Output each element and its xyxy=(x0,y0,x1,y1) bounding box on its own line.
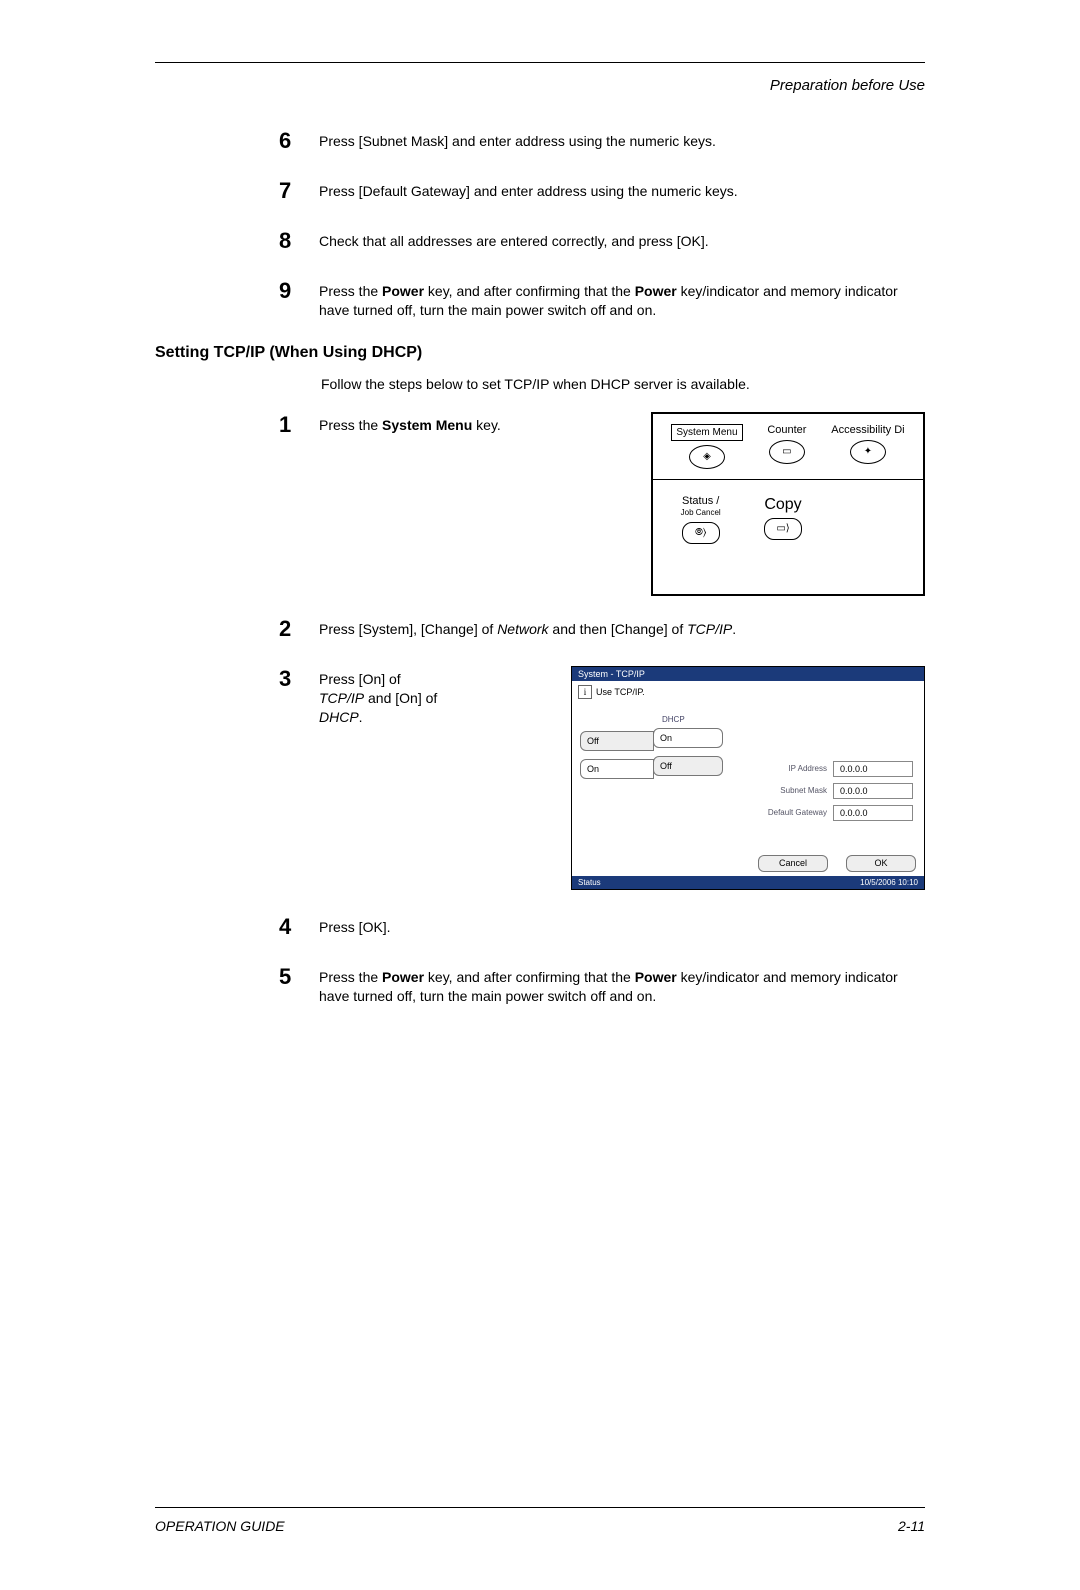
info-icon: i xyxy=(578,685,592,699)
step-7: 7 Press [Default Gateway] and enter addr… xyxy=(279,178,925,204)
cancel-button: Cancel xyxy=(758,855,828,872)
page-header-section: Preparation before Use xyxy=(155,77,925,94)
step-number: 7 xyxy=(279,178,319,204)
dhcp-step-5: 5 Press the Power key, and after confirm… xyxy=(279,964,925,1006)
dhcp-off-tab: Off xyxy=(653,756,723,776)
status-timestamp: 10/5/2006 10:10 xyxy=(860,878,918,887)
control-panel-figure: System Menu ◈ Counter ▭ Accessibility Di… xyxy=(651,412,925,596)
step-6: 6 Press [Subnet Mask] and enter address … xyxy=(279,128,925,154)
step-text: Press [Default Gateway] and enter addres… xyxy=(319,178,738,204)
dhcp-step-2: 2 Press [System], [Change] of Network an… xyxy=(279,616,925,642)
screen-title: System - TCP/IP xyxy=(572,667,924,681)
step-number: 9 xyxy=(279,278,319,320)
intro-text: Follow the steps below to set TCP/IP whe… xyxy=(321,376,925,392)
footer-right: 2-11 xyxy=(898,1518,925,1534)
step-text: Press [On] of TCP/IP and [On] of DHCP. xyxy=(319,666,439,727)
step-8: 8 Check that all addresses are entered c… xyxy=(279,228,925,254)
step-9: 9 Press the Power key, and after confirm… xyxy=(279,278,925,320)
step-number: 4 xyxy=(279,914,319,940)
tcpip-toggle-column: Off On xyxy=(580,731,654,841)
subnet-mask-field: Subnet Mask 0.0.0.0 xyxy=(763,783,913,799)
status-label: Status xyxy=(578,878,601,887)
screen-subtitle: i Use TCP/IP. xyxy=(572,681,924,703)
status-icon: ⦾⟩ xyxy=(682,522,720,544)
step-text: Press [OK]. xyxy=(319,914,391,940)
dhcp-step-1: 1 Press the System Menu key. xyxy=(279,412,519,438)
ok-button: OK xyxy=(846,855,916,872)
default-gateway-field: Default Gateway 0.0.0.0 xyxy=(763,805,913,821)
step-text: Press [Subnet Mask] and enter address us… xyxy=(319,128,716,154)
step-number: 6 xyxy=(279,128,319,154)
dhcp-toggle-column: DHCP On Off xyxy=(654,715,723,841)
accessibility-key: Accessibility Di ✦ xyxy=(831,424,904,469)
step-number: 8 xyxy=(279,228,319,254)
step-number: 2 xyxy=(279,616,319,642)
counter-icon: ▭ xyxy=(769,440,805,464)
step-text: Press [System], [Change] of Network and … xyxy=(319,616,736,642)
counter-key: Counter ▭ xyxy=(767,424,806,469)
step-text: Press the Power key, and after confirmin… xyxy=(319,278,925,320)
dhcp-step-4: 4 Press [OK]. xyxy=(279,914,925,940)
system-menu-key: System Menu ◈ xyxy=(671,424,742,469)
step-text: Press the System Menu key. xyxy=(319,412,501,438)
step-number: 3 xyxy=(279,666,319,727)
dhcp-on-tab: On xyxy=(653,728,723,748)
accessibility-icon: ✦ xyxy=(850,440,886,464)
address-fields: IP Address 0.0.0.0 Subnet Mask 0.0.0.0 D… xyxy=(763,731,913,841)
step-text: Check that all addresses are entered cor… xyxy=(319,228,709,254)
step-number: 1 xyxy=(279,412,319,438)
step-text: Press the Power key, and after confirmin… xyxy=(319,964,925,1006)
step-number: 5 xyxy=(279,964,319,1006)
footer-left: OPERATION GUIDE xyxy=(155,1518,285,1534)
tcpip-on-tab: On xyxy=(580,759,654,779)
ip-address-field: IP Address 0.0.0.0 xyxy=(763,761,913,777)
dhcp-step-3: 3 Press [On] of TCP/IP and [On] of DHCP. xyxy=(279,666,439,727)
system-menu-icon: ◈ xyxy=(689,445,725,469)
copy-key: Copy ▭⟩ xyxy=(764,496,802,544)
tcpip-screen-figure: System - TCP/IP i Use TCP/IP. Off On DHC… xyxy=(571,666,925,890)
copy-icon: ▭⟩ xyxy=(764,518,802,540)
tcpip-off-tab: Off xyxy=(580,731,654,751)
heading-tcpip-dhcp: Setting TCP/IP (When Using DHCP) xyxy=(155,344,925,362)
status-key: Status / Job Cancel ⦾⟩ xyxy=(681,496,721,544)
